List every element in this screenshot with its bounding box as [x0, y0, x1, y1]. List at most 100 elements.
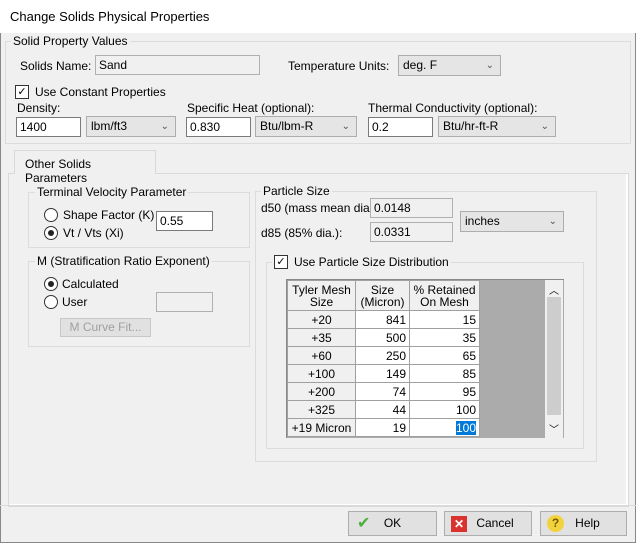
percent-retained-cell[interactable]: 85	[409, 364, 480, 383]
cell-text: 35	[462, 330, 476, 345]
col-header-size: Size (Micron)	[355, 280, 410, 311]
d85-value: 0.0331	[370, 222, 453, 242]
table-row: +325 44 100	[287, 400, 480, 419]
size-micron-cell[interactable]: 841	[355, 310, 410, 329]
density-input[interactable]: 1400	[16, 117, 81, 137]
cell-text: +200	[307, 384, 336, 399]
cell-text: 74	[392, 384, 406, 399]
cell-text: +19 Micron	[291, 420, 352, 435]
particle-unit-value: inches	[465, 214, 500, 228]
psd-header: ✓ Use Particle Size Distribution	[272, 255, 451, 269]
size-micron-cell[interactable]: 74	[355, 382, 410, 401]
percent-retained-cell[interactable]: 95	[409, 382, 480, 401]
cell-text: 500	[385, 330, 406, 345]
table-header-row: Tyler Mesh Size Size (Micron) % Retained…	[287, 280, 480, 311]
mesh-size-cell: +35	[287, 328, 356, 347]
help-question-icon: ?	[547, 515, 564, 532]
ok-label: OK	[383, 516, 402, 530]
temperature-units-select[interactable]: deg. F ⌄	[398, 55, 501, 76]
help-button[interactable]: ? Help	[540, 511, 627, 536]
density-unit-select[interactable]: lbm/ft3 ⌄	[86, 116, 176, 137]
calculated-radio[interactable]	[44, 277, 58, 291]
cell-text: +100	[307, 366, 336, 381]
terminal-velocity-label: Terminal Velocity Parameter	[35, 185, 189, 199]
scroll-up-icon[interactable]: ︿	[549, 282, 559, 297]
percent-retained-cell[interactable]: 100	[409, 418, 480, 437]
col-header-mesh: Tyler Mesh Size	[287, 280, 356, 311]
cell-text: 250	[385, 348, 406, 363]
size-micron-cell[interactable]: 500	[355, 328, 410, 347]
density-unit-value: lbm/ft3	[91, 119, 128, 133]
cell-text: +20	[311, 312, 332, 327]
cell-text: 95	[462, 384, 476, 399]
scroll-down-icon[interactable]: ﹀	[549, 421, 559, 436]
cell-text: 15	[462, 312, 476, 327]
use-constant-properties-label: Use Constant Properties	[35, 85, 166, 99]
chevron-down-icon: ⌄	[540, 121, 549, 132]
chevron-down-icon: ⌄	[341, 121, 350, 132]
cancel-button[interactable]: ✕ Cancel	[444, 511, 532, 536]
size-micron-cell[interactable]: 19	[355, 418, 410, 437]
solids-name-input[interactable]: Sand	[95, 55, 260, 75]
user-label: User	[62, 295, 88, 309]
table-row: +200 74 95	[287, 382, 480, 401]
divider	[0, 505, 636, 506]
size-micron-cell[interactable]: 149	[355, 364, 410, 383]
vt-vts-radio[interactable]	[44, 226, 58, 240]
temperature-units-value: deg. F	[403, 58, 438, 72]
percent-retained-cell[interactable]: 65	[409, 346, 480, 365]
help-label: Help	[575, 516, 600, 530]
cell-text: 65	[462, 348, 476, 363]
percent-retained-cell[interactable]: 100	[409, 400, 480, 419]
user-radio[interactable]	[44, 295, 58, 309]
cell-text: +35	[311, 330, 332, 345]
terminal-velocity-input[interactable]: 0.55	[156, 211, 213, 231]
cell-text: 85	[462, 366, 476, 381]
thermal-conductivity-input[interactable]: 0.2	[368, 117, 433, 137]
vt-vts-label: Vt / Vts (Xi)	[63, 226, 124, 240]
specific-heat-unit-value: Btu/lbm-R	[260, 119, 314, 133]
mesh-size-cell: +100	[287, 364, 356, 383]
thermal-conductivity-unit-select[interactable]: Btu/hr-ft-R ⌄	[438, 116, 556, 137]
mesh-size-cell: +19 Micron	[287, 418, 356, 437]
cell-text: +325	[307, 402, 336, 417]
vertical-scrollbar[interactable]: ︿ ﹀	[545, 280, 563, 438]
cancel-x-icon: ✕	[451, 516, 467, 532]
m-user-input[interactable]	[156, 292, 213, 312]
specific-heat-unit-select[interactable]: Btu/lbm-R ⌄	[255, 116, 357, 137]
specific-heat-input[interactable]: 0.830	[186, 117, 251, 137]
table-row: +35 500 35	[287, 328, 480, 347]
percent-retained-cell[interactable]: 15	[409, 310, 480, 329]
particle-unit-select[interactable]: inches ⌄	[460, 211, 564, 232]
mesh-size-cell: +325	[287, 400, 356, 419]
cell-text: +60	[311, 348, 332, 363]
window-title: Change Solids Physical Properties	[10, 9, 210, 24]
shape-factor-radio[interactable]	[44, 208, 58, 222]
table-row: +60 250 65	[287, 346, 480, 365]
shape-factor-label: Shape Factor (K)	[63, 208, 155, 222]
cell-text: 100	[455, 420, 476, 435]
thermal-conductivity-label: Thermal Conductivity (optional):	[368, 101, 538, 115]
solids-name-label: Solids Name:	[20, 59, 92, 73]
col-header-retained: % Retained On Mesh	[409, 280, 480, 311]
size-micron-cell[interactable]: 44	[355, 400, 410, 419]
ok-button[interactable]: ✔ OK	[348, 511, 437, 536]
size-micron-cell[interactable]: 250	[355, 346, 410, 365]
tab-other-solids-parameters[interactable]: Other Solids Parameters	[14, 150, 156, 185]
use-constant-properties-checkbox[interactable]: ✓	[15, 85, 29, 99]
m-curve-fit-button[interactable]: M Curve Fit...	[60, 318, 151, 337]
chevron-down-icon: ⌄	[160, 121, 169, 132]
percent-retained-cell[interactable]: 35	[409, 328, 480, 347]
chevron-down-icon: ⌄	[485, 60, 494, 71]
table-row: +100 149 85	[287, 364, 480, 383]
use-psd-checkbox[interactable]: ✓	[274, 255, 288, 269]
m-exponent-label: M (Stratification Ratio Exponent)	[35, 254, 212, 268]
d50-value: 0.0148	[370, 198, 453, 218]
cell-text: 44	[392, 402, 406, 417]
particle-size-label: Particle Size	[261, 184, 332, 198]
scrollbar-thumb[interactable]	[547, 297, 561, 415]
table-row: +20 841 15	[287, 310, 480, 329]
mesh-size-cell: +200	[287, 382, 356, 401]
psd-table: Tyler Mesh Size Size (Micron) % Retained…	[287, 280, 480, 437]
use-psd-label: Use Particle Size Distribution	[294, 255, 449, 269]
